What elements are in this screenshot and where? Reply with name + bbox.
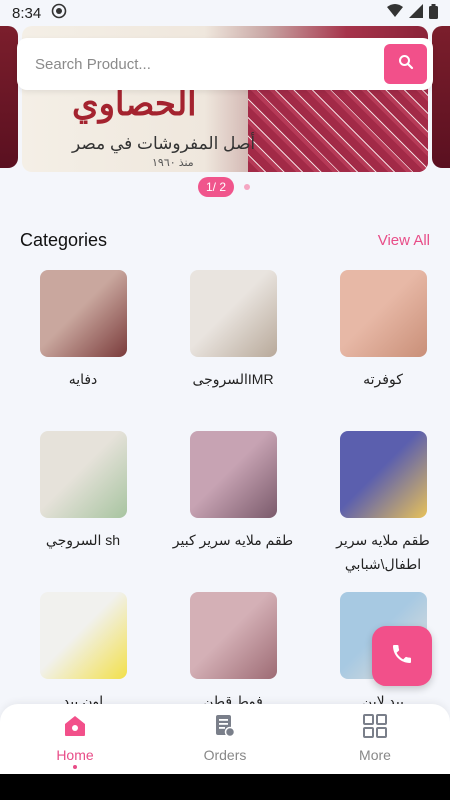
category-label: طقم ملايه سرير كبير bbox=[172, 532, 294, 548]
category-image bbox=[39, 270, 127, 357]
orders-icon bbox=[214, 714, 236, 743]
search-button[interactable] bbox=[384, 44, 427, 84]
battery-icon bbox=[429, 3, 438, 23]
category-label: طقم ملايه سرير اطفال\شبابي bbox=[336, 532, 430, 572]
category-card[interactable]: sh السروجي bbox=[8, 431, 158, 552]
category-image bbox=[39, 431, 127, 518]
call-button[interactable] bbox=[372, 626, 432, 686]
wifi-icon bbox=[387, 4, 403, 22]
pager-dot[interactable] bbox=[244, 184, 250, 190]
category-card[interactable]: طقم ملايه سرير اطفال\شبابي bbox=[308, 431, 450, 576]
category-card[interactable]: فوط قطن bbox=[158, 592, 308, 713]
category-image bbox=[189, 592, 277, 679]
nav-more-label: More bbox=[359, 747, 391, 763]
category-card[interactable]: اون بيد bbox=[8, 592, 158, 713]
nav-orders[interactable]: Orders bbox=[150, 704, 300, 774]
category-label: كوفرته bbox=[363, 371, 403, 387]
view-all-link[interactable]: View All bbox=[378, 232, 430, 249]
nav-home-label: Home bbox=[56, 747, 94, 763]
search-input[interactable] bbox=[35, 55, 375, 73]
banner-brand: الحصاوي bbox=[72, 84, 197, 124]
pager-indicator: 1/ 2 bbox=[198, 177, 234, 197]
category-image bbox=[189, 270, 277, 357]
category-card[interactable]: دفايه bbox=[8, 270, 158, 391]
home-icon bbox=[63, 714, 87, 743]
category-image bbox=[39, 592, 127, 679]
banner-established: منذ ١٩٦٠ bbox=[152, 157, 194, 169]
status-bar: 8:34 bbox=[0, 0, 450, 26]
app-notification-icon bbox=[51, 3, 67, 23]
category-card[interactable]: طقم ملايه سرير كبير bbox=[158, 431, 308, 552]
nav-orders-label: Orders bbox=[203, 747, 247, 763]
categories-header: Categories View All bbox=[20, 230, 430, 251]
banner-prev-slide bbox=[0, 26, 18, 168]
signal-icon bbox=[409, 4, 423, 22]
nav-more[interactable]: More bbox=[300, 704, 450, 774]
bottom-navigation: Home Orders More bbox=[0, 704, 450, 774]
nav-active-indicator bbox=[73, 765, 77, 769]
search-icon bbox=[398, 54, 414, 75]
nav-home[interactable]: Home bbox=[0, 704, 150, 774]
category-image bbox=[339, 270, 427, 357]
category-label: دفايه bbox=[68, 371, 98, 387]
category-label: IMRالسروجى bbox=[192, 371, 274, 387]
category-card[interactable]: IMRالسروجى bbox=[158, 270, 308, 391]
category-image bbox=[339, 431, 427, 518]
banner-pager: 1/ 2 bbox=[198, 177, 250, 197]
system-navigation-bar bbox=[0, 774, 450, 800]
grid-icon bbox=[363, 714, 387, 743]
category-label: sh السروجي bbox=[45, 532, 121, 548]
category-image bbox=[189, 431, 277, 518]
categories-title: Categories bbox=[20, 230, 108, 250]
status-time: 8:34 bbox=[12, 4, 42, 22]
phone-icon bbox=[390, 642, 414, 671]
category-card[interactable]: كوفرته bbox=[308, 270, 450, 391]
search-bar bbox=[17, 38, 433, 90]
banner-next-slide bbox=[432, 26, 450, 168]
banner-tagline: أصل المفروشات في مصر bbox=[72, 134, 256, 153]
